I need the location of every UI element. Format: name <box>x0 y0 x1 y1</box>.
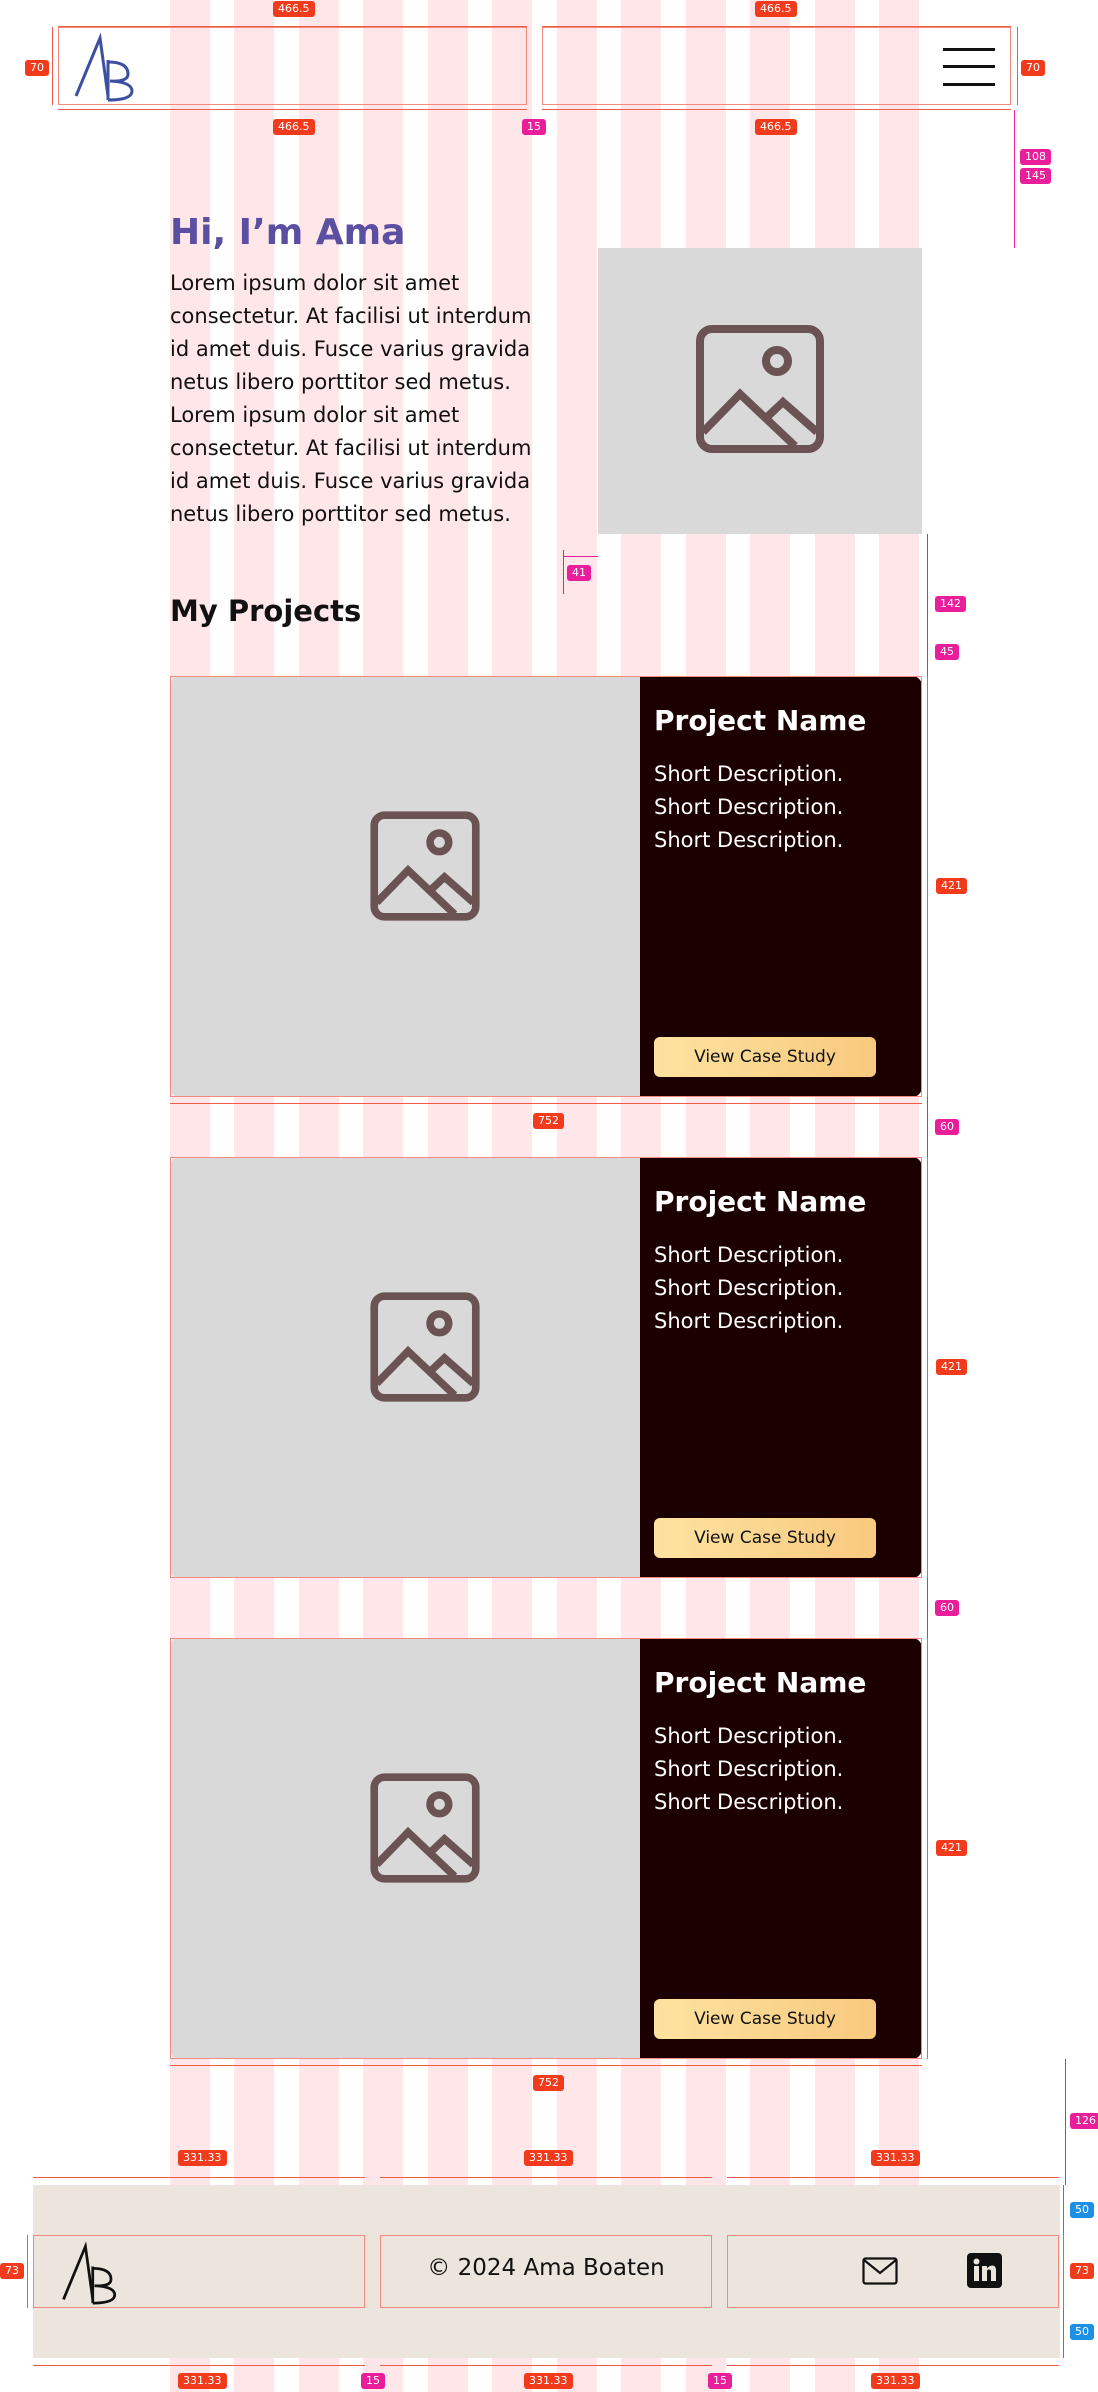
dim-line <box>927 1638 928 2059</box>
dim-label: 752 <box>533 1113 564 1129</box>
dim-line <box>542 109 1011 110</box>
dim-line <box>563 556 598 557</box>
hamburger-icon[interactable] <box>943 48 995 88</box>
dim-label: 50 <box>1070 2324 1094 2340</box>
dim-line <box>33 2177 365 2178</box>
mail-icon[interactable] <box>862 2257 898 2285</box>
dim-line <box>52 27 53 105</box>
dim-label: 60 <box>935 1119 959 1135</box>
dim-label: 752 <box>533 2075 564 2091</box>
dim-line <box>27 2235 28 2308</box>
dim-label: 70 <box>1021 60 1045 76</box>
hero-title: Hi, I’m Ama <box>170 212 406 253</box>
dim-label: 70 <box>25 60 49 76</box>
dim-line <box>170 2065 922 2066</box>
dim-label: 142 <box>935 596 966 612</box>
dim-line <box>1063 2235 1064 2308</box>
dim-line <box>1063 2185 1064 2235</box>
dim-line <box>927 534 928 676</box>
dim-label: 41 <box>567 565 591 581</box>
copyright-text: © 2024 Ama Boaten <box>427 2255 665 2281</box>
image-placeholder-icon <box>695 324 825 454</box>
dim-label: 45 <box>935 644 959 660</box>
projects-title: My Projects <box>170 594 362 628</box>
dim-label: 466.5 <box>755 1 797 17</box>
footer-logo-icon[interactable] <box>58 2238 122 2306</box>
dim-line <box>33 2365 365 2366</box>
dim-label: 126 <box>1070 2113 1098 2129</box>
dim-line <box>727 2365 1059 2366</box>
dim-line <box>380 2177 712 2178</box>
dim-line <box>927 676 928 1097</box>
dim-line <box>1065 2059 1066 2185</box>
dim-label: 15 <box>708 2373 732 2389</box>
dim-label: 466.5 <box>273 119 315 135</box>
dim-label: 421 <box>936 1840 967 1856</box>
dim-line <box>927 1578 928 1638</box>
linkedin-icon[interactable] <box>967 2253 1002 2288</box>
dim-line <box>1014 110 1015 248</box>
dim-label: 331.33 <box>524 2373 573 2389</box>
dim-label: 421 <box>936 878 967 894</box>
dim-label: 73 <box>1070 2263 1094 2279</box>
dim-label: 108 <box>1020 149 1051 165</box>
dim-label: 421 <box>936 1359 967 1375</box>
dim-label: 331.33 <box>178 2150 227 2166</box>
dim-label: 15 <box>361 2373 385 2389</box>
dim-line <box>542 26 1011 27</box>
dim-label: 331.33 <box>871 2150 920 2166</box>
dim-label: 466.5 <box>755 119 797 135</box>
dim-label: 60 <box>935 1600 959 1616</box>
dim-line <box>1063 2308 1064 2358</box>
card-outline <box>170 676 922 1097</box>
dim-label: 50 <box>1070 2202 1094 2218</box>
hero-image <box>598 248 922 534</box>
card-outline <box>170 1638 922 2059</box>
dim-line <box>58 109 527 110</box>
dim-line <box>927 1157 928 1578</box>
logo-icon[interactable] <box>70 30 140 102</box>
dim-label: 331.33 <box>871 2373 920 2389</box>
dim-label: 73 <box>0 2263 24 2279</box>
dim-label: 466.5 <box>273 1 315 17</box>
dim-line <box>170 1103 922 1104</box>
hero-paragraph: Lorem ipsum dolor sit amet consectetur. … <box>170 271 532 526</box>
dim-label: 331.33 <box>178 2373 227 2389</box>
dim-line <box>727 2177 1059 2178</box>
header-right-column <box>542 27 1011 105</box>
dim-label: 145 <box>1020 168 1051 184</box>
dim-label: 15 <box>522 119 546 135</box>
dim-label: 331.33 <box>524 2150 573 2166</box>
dim-line <box>927 1097 928 1157</box>
card-outline <box>170 1157 922 1578</box>
dim-line <box>58 26 527 27</box>
dim-line <box>1017 27 1018 105</box>
dim-line <box>380 2365 712 2366</box>
